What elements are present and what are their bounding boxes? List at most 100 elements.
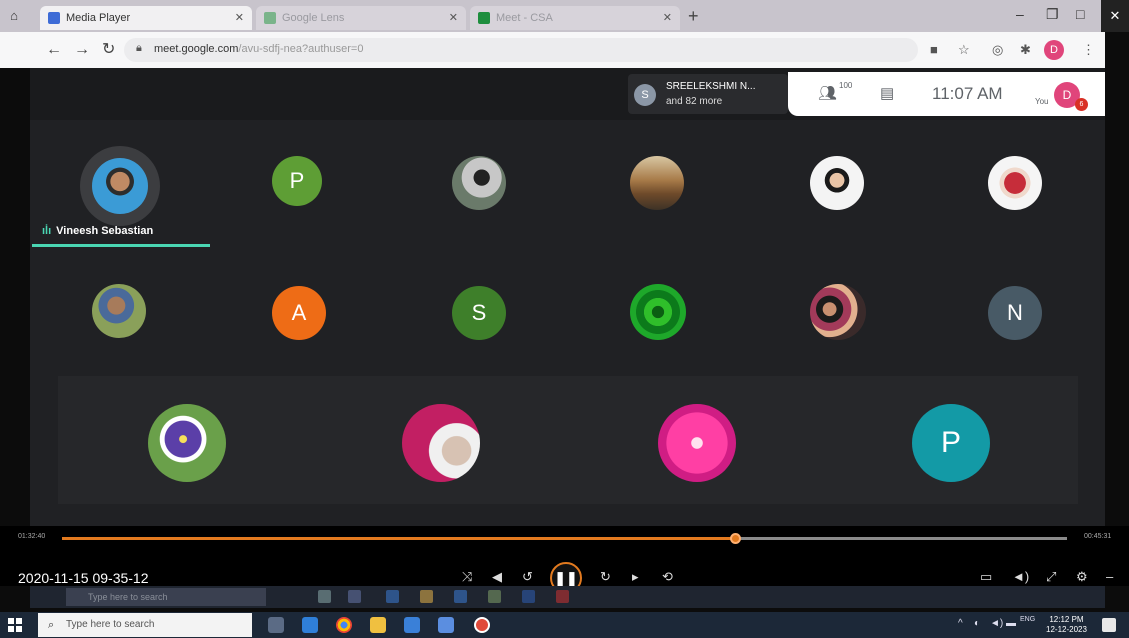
app-icon	[522, 590, 535, 603]
participant-photo-4[interactable]	[630, 156, 684, 210]
participant-photo-3[interactable]	[452, 156, 506, 210]
captions-icon[interactable]: ▭	[980, 569, 992, 585]
participant-photo-7[interactable]	[92, 284, 146, 338]
participant-photo-6[interactable]	[988, 156, 1042, 210]
app-icon	[556, 590, 569, 603]
taskbar-search-input[interactable]: ⌕ Type here to search	[38, 613, 252, 637]
taskbar-clock[interactable]: 12:12 PM 12-12-2023	[1046, 615, 1087, 635]
battery-icon[interactable]: ▬	[1006, 618, 1016, 629]
participant-row-3: P	[58, 376, 1078, 504]
back-icon[interactable]: ←	[46, 40, 62, 60]
media-player-taskbar-icon[interactable]	[474, 617, 490, 633]
extension-icon[interactable]: ◎	[992, 41, 1003, 59]
browser-toolbar: ← → ↻ 🔒︎ meet.google.com/avu-sdfj-nea?au…	[0, 32, 1105, 68]
tab-google-lens[interactable]: Google Lens ✕	[256, 6, 466, 30]
more-icon[interactable]: –	[1106, 569, 1113, 584]
total-time: 00:45:31	[1084, 533, 1112, 540]
tab-label: Google Lens	[282, 12, 345, 24]
previous-icon[interactable]: ◀	[492, 569, 502, 585]
participant-photo-15[interactable]	[658, 404, 736, 482]
presenter-name: SREELEKSHMI N...	[666, 81, 756, 92]
bookmark-star-icon[interactable]: ☆	[958, 41, 970, 59]
windows-start-icon[interactable]	[8, 618, 22, 632]
participant-photo-14[interactable]	[402, 404, 480, 482]
edge-icon[interactable]	[404, 617, 420, 633]
minimize-icon[interactable]: –	[1016, 6, 1024, 22]
tray-chevron-icon[interactable]: ^	[958, 618, 963, 629]
window-close-icon[interactable]: ✕	[1101, 0, 1129, 32]
rewind-icon[interactable]: ↺	[522, 569, 533, 585]
language-indicator[interactable]: ENG	[1020, 616, 1035, 623]
presenter-more: and 82 more	[666, 96, 723, 107]
presenter-chip[interactable]: S SREELEKSHMI N... and 82 more	[628, 74, 788, 114]
tab-meet[interactable]: Meet - CSA ✕	[470, 6, 680, 30]
folder-icon[interactable]	[370, 617, 386, 633]
app-icon	[386, 590, 399, 603]
new-tab-icon[interactable]: +	[688, 6, 699, 26]
notification-badge: 6	[1075, 98, 1088, 111]
seek-handle[interactable]	[730, 533, 742, 544]
participant-photo-11[interactable]	[810, 284, 866, 340]
participant-photo-5[interactable]	[810, 156, 864, 210]
speaking-indicator	[32, 244, 210, 247]
close-icon[interactable]: ✕	[235, 6, 244, 30]
meet-top-bar: 👥︎ 100 ▤ 11:07 AM You D 6	[788, 72, 1105, 116]
meeting-clock: 11:07 AM	[932, 84, 1003, 103]
restore-icon[interactable]: ❐	[1046, 6, 1059, 23]
puzzle-icon[interactable]: ✱	[1020, 41, 1031, 59]
elapsed-time: 01:32:40	[18, 533, 46, 540]
media-player-icon	[48, 12, 60, 24]
network-icon[interactable]: ◐	[974, 618, 980, 629]
notification-center-icon[interactable]	[1102, 618, 1116, 632]
profile-avatar[interactable]: D	[1044, 40, 1064, 60]
camera-icon[interactable]: ■	[930, 41, 938, 59]
home-icon[interactable]: ⌂	[6, 8, 22, 24]
chrome-icon[interactable]	[336, 617, 352, 633]
close-icon[interactable]: ✕	[449, 6, 458, 30]
app-icon	[348, 590, 361, 603]
file-explorer-icon[interactable]	[302, 617, 318, 633]
volume-icon[interactable]: ◄)	[1012, 569, 1029, 584]
meet-header: S SREELEKSHMI N... and 82 more 👥︎ 100 ▤ …	[30, 68, 1105, 120]
address-bar[interactable]: 🔒︎ meet.google.com/avu-sdfj-nea?authuser…	[124, 38, 918, 62]
shuffle-icon[interactable]: ⤨	[462, 569, 472, 585]
reload-icon[interactable]: ↻	[102, 40, 115, 60]
recorded-search-box: Type here to search	[66, 588, 266, 606]
active-speaker-label: ıl̇ı Vineesh Sebastian	[42, 225, 154, 237]
settings-icon[interactable]: ⚙	[1076, 569, 1088, 585]
volume-tray-icon[interactable]: ◄)	[990, 618, 1003, 629]
app-icon	[454, 590, 467, 603]
participant-vineesh-sebastian[interactable]	[92, 158, 148, 214]
media-player-controls: 01:32:40 00:45:31 2020-11-15 09-35-12 ⤨ …	[0, 526, 1129, 594]
close-icon[interactable]: ✕	[663, 6, 672, 30]
people-icon[interactable]: 👥︎	[818, 84, 837, 102]
forward-icon[interactable]: →	[74, 40, 90, 60]
search-icon: ⌕	[48, 619, 55, 631]
participant-p[interactable]: P	[272, 156, 322, 206]
forward-skip-icon[interactable]: ↻	[600, 569, 611, 585]
participant-photo-13[interactable]	[148, 404, 226, 482]
participant-n[interactable]: N	[988, 286, 1042, 340]
participant-s[interactable]: S	[452, 286, 506, 340]
participant-p-2[interactable]: P	[912, 404, 990, 482]
audio-level-icon: ıl̇ı	[42, 225, 52, 237]
app-icon	[488, 590, 501, 603]
task-view-icon[interactable]	[268, 617, 284, 633]
maximize-icon[interactable]: □	[1076, 6, 1084, 22]
photos-icon[interactable]	[438, 617, 454, 633]
tab-media-player[interactable]: Media Player ✕	[40, 6, 252, 30]
url-text: meet.google.com/avu-sdfj-nea?authuser=0	[154, 43, 364, 55]
participant-photo-10[interactable]	[630, 284, 686, 340]
next-icon[interactable]: ▸	[632, 569, 639, 585]
tab-label: Meet - CSA	[496, 12, 553, 24]
fullscreen-icon[interactable]: ⤢	[1046, 569, 1056, 585]
presenter-avatar: S	[634, 84, 656, 106]
you-label: You	[1035, 97, 1049, 106]
video-timestamp: 2020-11-15 09-35-12	[18, 570, 149, 586]
recorded-taskbar: Type here to search	[30, 586, 1105, 608]
seek-bar[interactable]	[62, 533, 1067, 544]
repeat-icon[interactable]: ⟲	[662, 569, 673, 585]
chat-icon[interactable]: ▤	[880, 84, 894, 102]
participant-a[interactable]: A	[272, 286, 326, 340]
menu-kebab-icon[interactable]: ⋮	[1082, 41, 1095, 59]
